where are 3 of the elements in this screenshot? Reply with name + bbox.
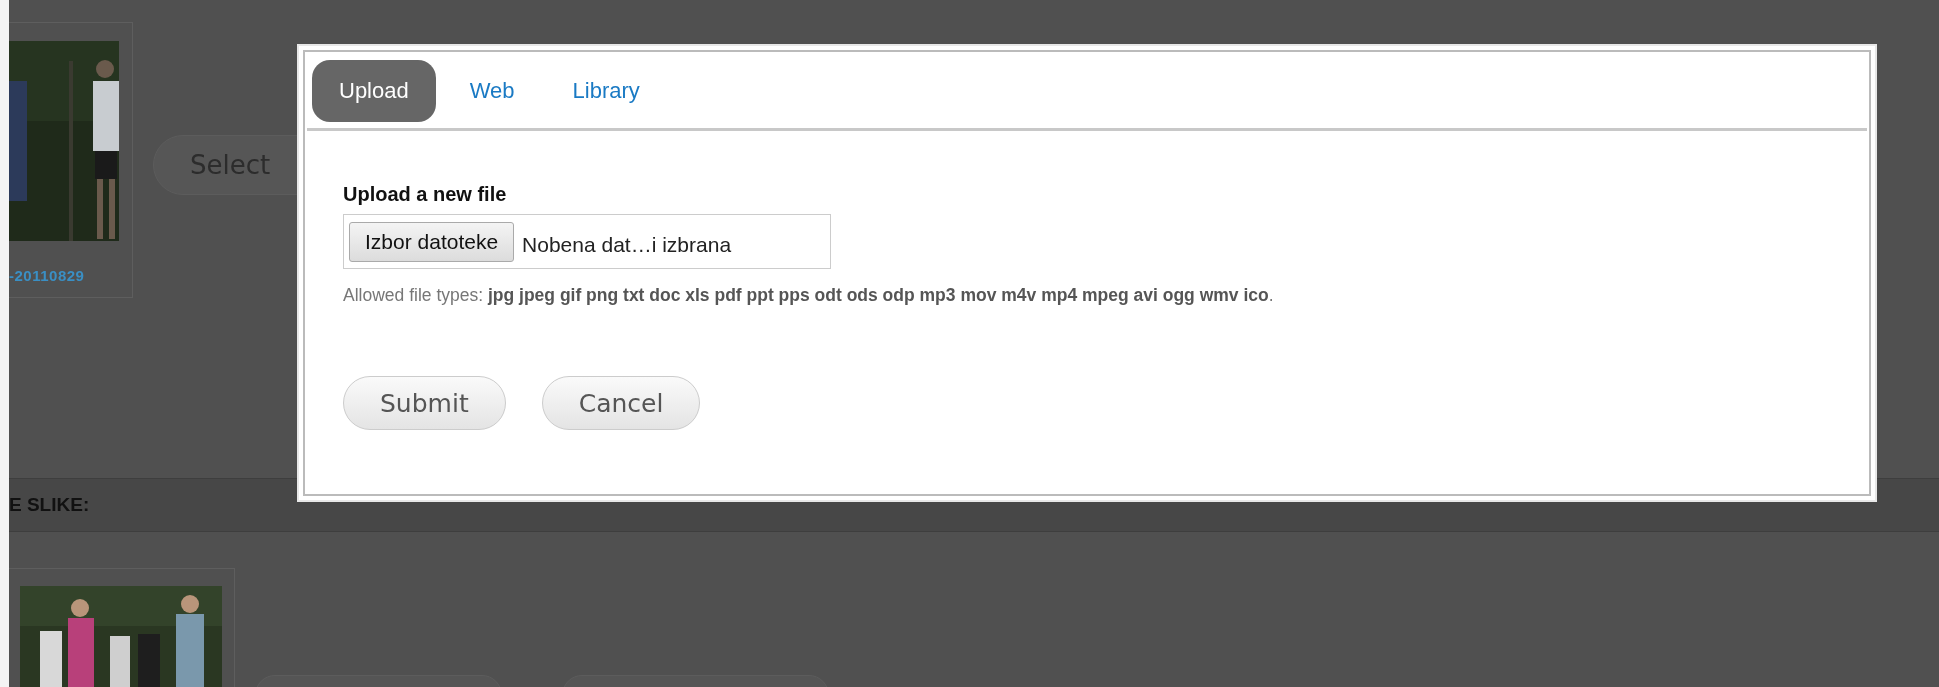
help-text: Allowed file types: jpg jpeg gif png txt doc xls pdf ppt pps odt ods odp mp3 mov m4v mp4 mpeg avi ogg wmv ico. xyxy=(343,285,1275,306)
file-status: Nobena dat…i izbrana xyxy=(522,231,732,257)
field-label: Upload a new file xyxy=(343,183,508,206)
